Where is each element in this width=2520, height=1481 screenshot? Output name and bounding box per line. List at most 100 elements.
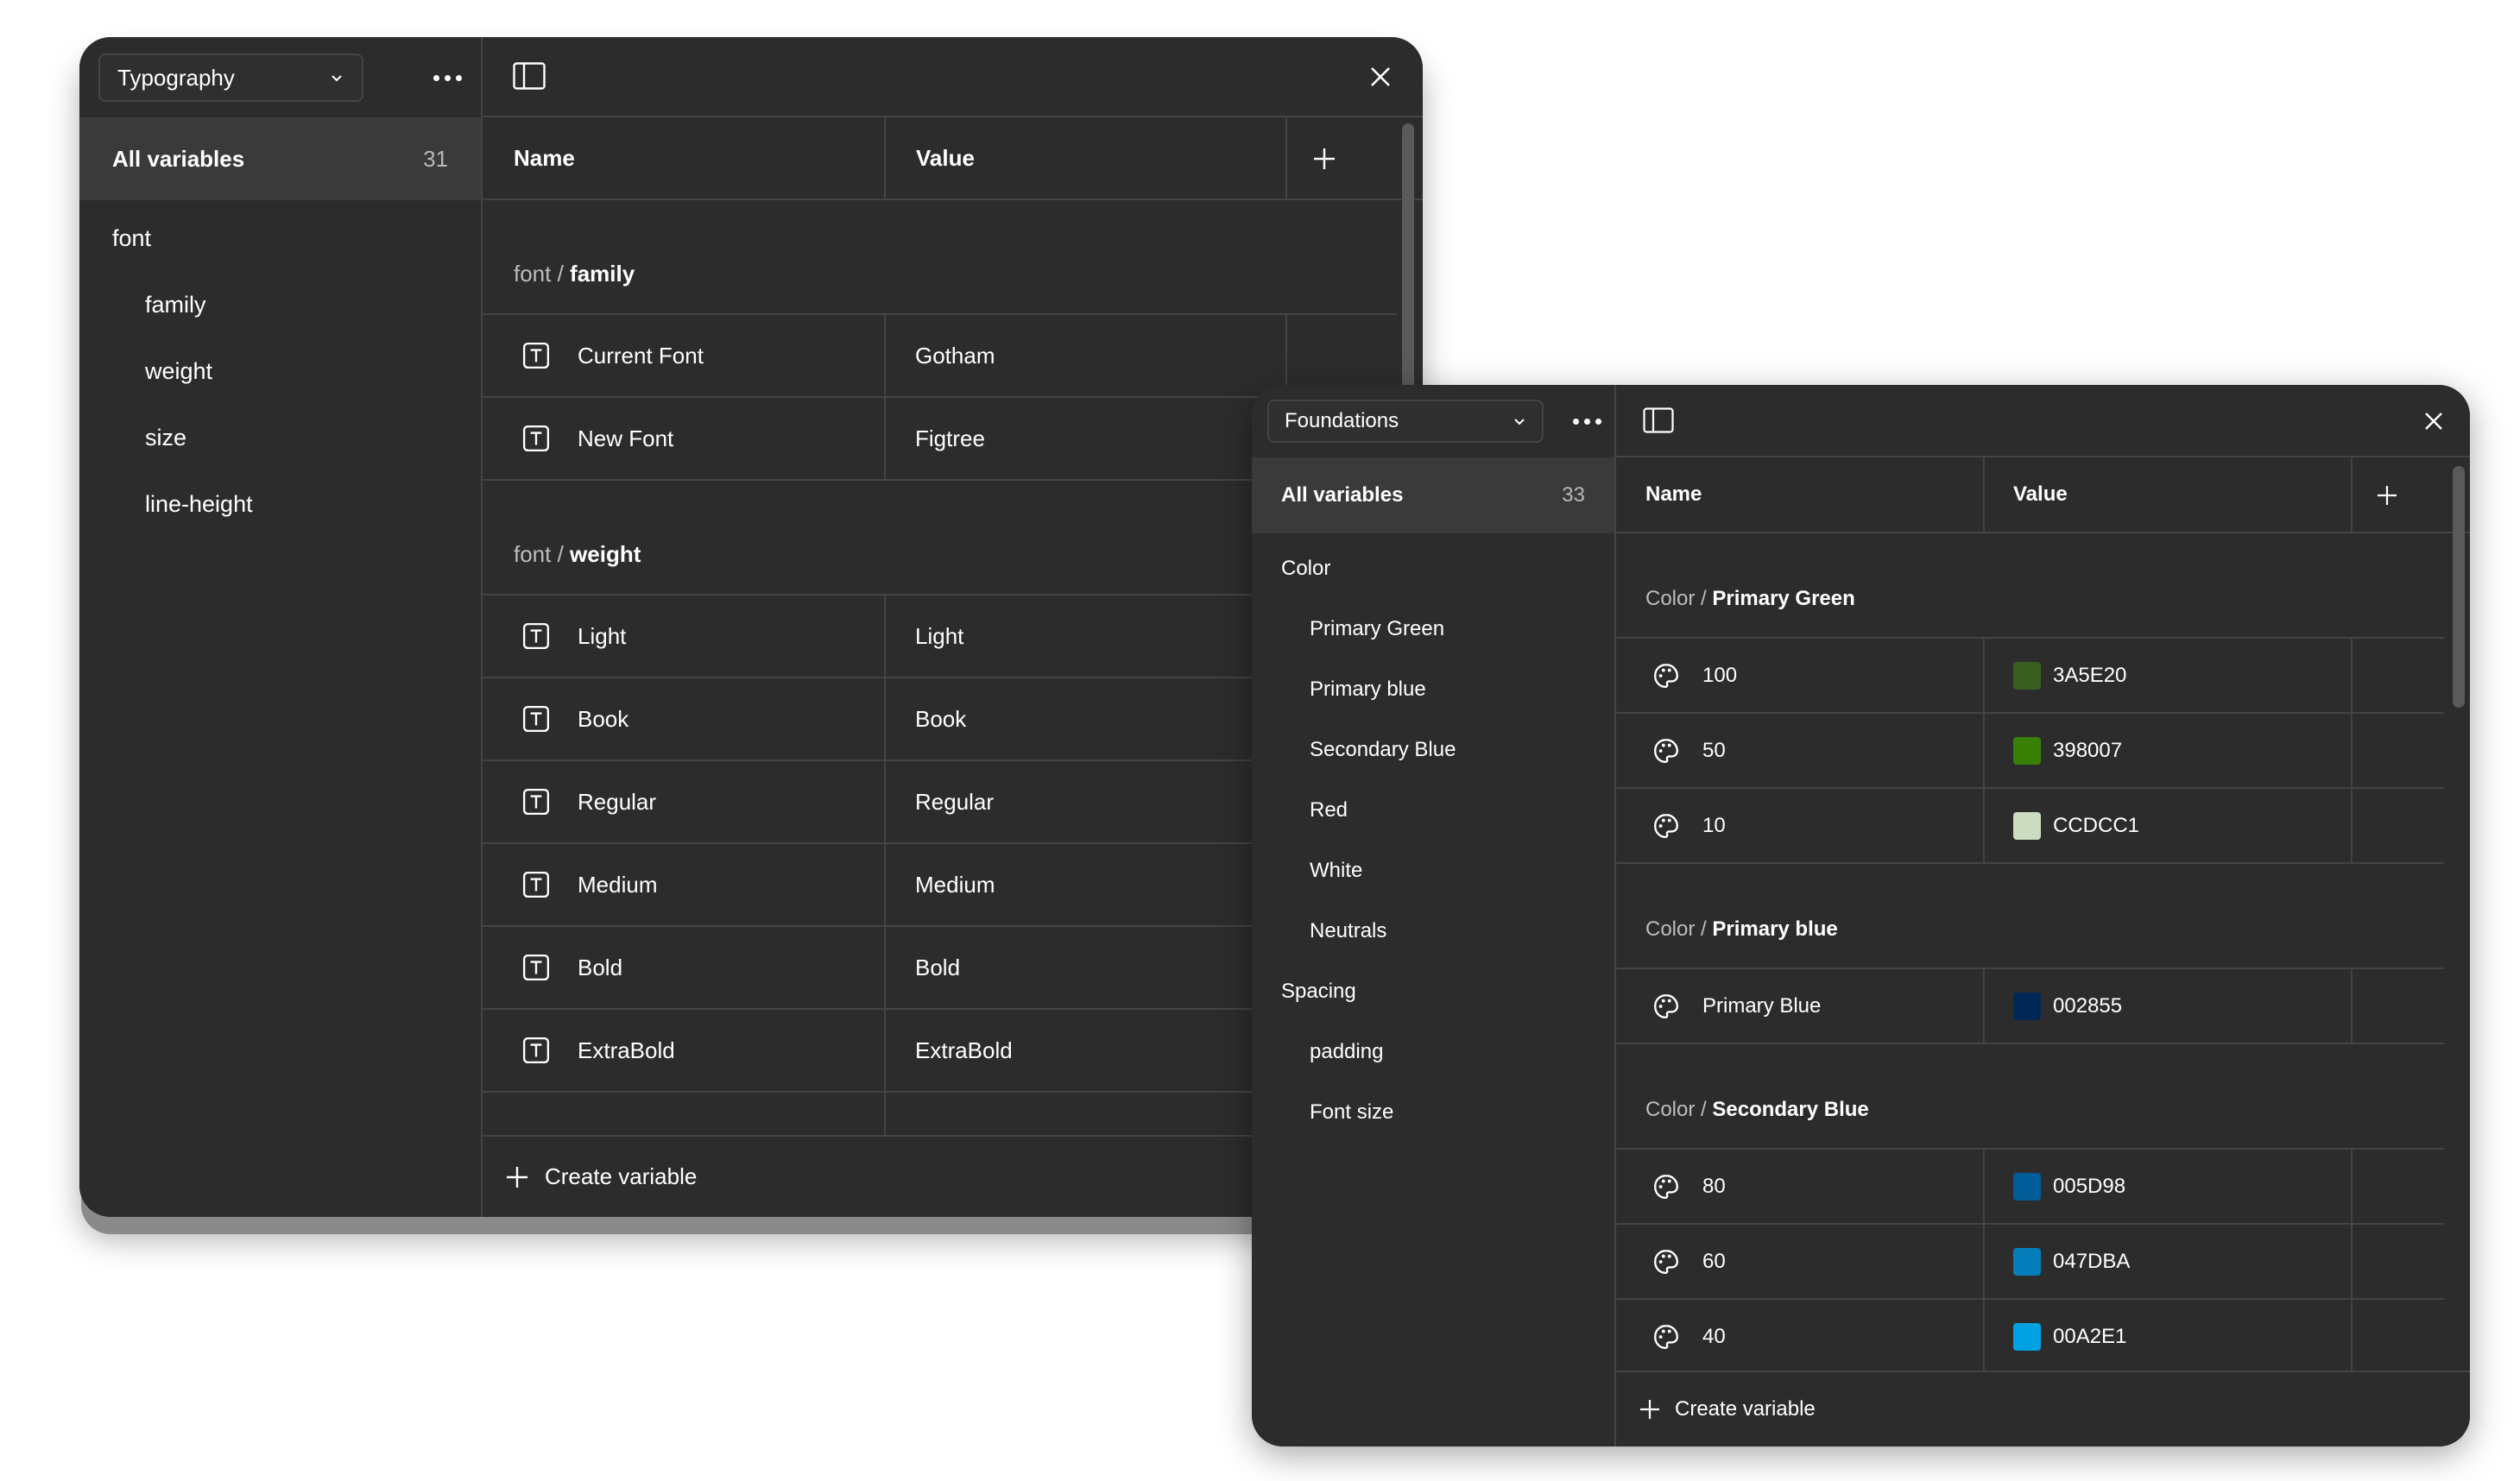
variable-value[interactable]: 047DBA bbox=[2013, 1225, 2130, 1298]
color-swatch bbox=[2013, 661, 2041, 690]
close-icon[interactable] bbox=[2418, 406, 2449, 437]
variable-name[interactable]: 60 bbox=[1702, 1225, 1726, 1298]
variable-name[interactable]: Light bbox=[578, 596, 626, 677]
sidebar-group-secondary-blue[interactable]: Secondary Blue bbox=[1310, 738, 1456, 762]
variable-name[interactable]: Regular bbox=[578, 761, 656, 842]
group-path: Color / bbox=[1645, 587, 1713, 610]
create-variable-label: Create variable bbox=[1675, 1397, 1816, 1421]
variable-value[interactable]: CCDCC1 bbox=[2013, 789, 2139, 862]
table-header: Name Value bbox=[1616, 457, 2470, 533]
all-variables-item[interactable]: All variables 31 bbox=[79, 117, 481, 200]
toolbar bbox=[483, 37, 1423, 117]
value-column-header: Value bbox=[2013, 482, 2068, 506]
all-variables-label: All variables bbox=[1281, 483, 1404, 507]
more-options-icon[interactable] bbox=[1573, 419, 1601, 425]
collection-name: Typography bbox=[117, 64, 235, 91]
variable-value-text: Figtree bbox=[915, 425, 985, 451]
sidebar-toggle-icon[interactable] bbox=[512, 60, 546, 91]
variable-value[interactable]: Gotham bbox=[915, 315, 995, 396]
variable-name[interactable]: 40 bbox=[1702, 1300, 1726, 1371]
group-header: Color / Secondary Blue bbox=[1616, 1044, 2444, 1150]
variable-value[interactable]: Regular bbox=[915, 761, 994, 842]
variable-name[interactable]: 100 bbox=[1702, 639, 1737, 712]
variable-name[interactable]: New Font bbox=[578, 398, 673, 479]
sidebar-group-padding[interactable]: padding bbox=[1310, 1040, 1383, 1064]
variable-name[interactable]: Primary Blue bbox=[1702, 969, 1821, 1043]
sidebar-group-neutrals[interactable]: Neutrals bbox=[1310, 919, 1386, 943]
variable-value[interactable]: 398007 bbox=[2013, 714, 2122, 787]
variable-value-text: Book bbox=[915, 705, 967, 732]
table-body: Color / Primary Green 100 3A5E20 50 398007 10… bbox=[1616, 533, 2444, 1371]
sidebar-group-family[interactable]: family bbox=[145, 292, 206, 318]
collections-sidebar: Typography All variables 31 font family we… bbox=[79, 37, 481, 1217]
sidebar-group-weight[interactable]: weight bbox=[145, 358, 212, 385]
variable-value-text: 398007 bbox=[2053, 738, 2123, 762]
variable-value[interactable]: Book bbox=[915, 678, 966, 759]
sidebar-group-font[interactable]: font bbox=[112, 225, 151, 252]
sidebar-group-primary-blue[interactable]: Primary blue bbox=[1310, 677, 1426, 702]
variable-name[interactable]: Book bbox=[578, 678, 628, 759]
close-icon[interactable] bbox=[1364, 60, 1397, 93]
variable-value-text: 047DBA bbox=[2053, 1249, 2131, 1273]
color-palette-icon bbox=[1652, 789, 1680, 862]
sidebar-group-color[interactable]: Color bbox=[1281, 557, 1330, 581]
variable-name[interactable]: Current Font bbox=[578, 315, 704, 396]
variable-row[interactable]: 80 005D98 bbox=[1616, 1150, 2444, 1225]
variable-name[interactable]: Bold bbox=[578, 927, 622, 1008]
variable-row[interactable]: 40 00A2E1 bbox=[1616, 1300, 2444, 1371]
color-swatch bbox=[2013, 1322, 2041, 1351]
group-path: Color / bbox=[1645, 917, 1713, 941]
variable-row[interactable]: Primary Blue 002855 bbox=[1616, 969, 2444, 1044]
group-name: Primary blue bbox=[1712, 917, 1838, 941]
sidebar-group-size[interactable]: size bbox=[145, 425, 186, 451]
variable-value[interactable]: Bold bbox=[915, 927, 960, 1008]
variable-value[interactable]: 002855 bbox=[2013, 969, 2122, 1043]
variable-name[interactable]: ExtraBold bbox=[578, 1010, 675, 1091]
add-column-icon[interactable] bbox=[2370, 478, 2404, 513]
more-options-icon[interactable] bbox=[433, 75, 462, 81]
create-variable-button[interactable]: Create variable bbox=[1616, 1371, 2470, 1446]
variable-value[interactable]: 3A5E20 bbox=[2013, 639, 2126, 712]
variable-value-text: Medium bbox=[915, 871, 995, 898]
group-name: Secondary Blue bbox=[1712, 1098, 1869, 1121]
color-palette-icon bbox=[1652, 714, 1680, 787]
variable-value-text: Bold bbox=[915, 954, 961, 980]
sidebar-group-primary-green[interactable]: Primary Green bbox=[1310, 617, 1444, 641]
scrollbar[interactable] bbox=[1402, 123, 1414, 425]
variable-row[interactable]: 10 CCDCC1 bbox=[1616, 789, 2444, 864]
variable-name[interactable]: 50 bbox=[1702, 714, 1726, 787]
sidebar-toggle-icon[interactable] bbox=[1642, 406, 1675, 435]
sidebar-group-line-height[interactable]: line-height bbox=[145, 491, 253, 518]
collection-dropdown[interactable]: Typography bbox=[98, 54, 363, 102]
variable-row[interactable]: 50 398007 bbox=[1616, 714, 2444, 789]
text-type-icon bbox=[522, 315, 550, 396]
text-type-icon bbox=[522, 596, 550, 677]
value-column-header: Value bbox=[916, 144, 975, 171]
scrollbar[interactable] bbox=[2453, 466, 2465, 708]
color-swatch bbox=[2013, 1247, 2041, 1276]
all-variables-item[interactable]: All variables 33 bbox=[1252, 457, 1614, 533]
variable-value[interactable]: 00A2E1 bbox=[2013, 1300, 2126, 1371]
sidebar-group-red[interactable]: Red bbox=[1310, 798, 1348, 822]
name-column-header: Name bbox=[1645, 482, 1702, 506]
variable-name[interactable]: Medium bbox=[578, 844, 657, 925]
variable-value[interactable]: ExtraBold bbox=[915, 1010, 1013, 1091]
variable-value[interactable]: 005D98 bbox=[2013, 1150, 2125, 1223]
sidebar-group-font-size[interactable]: Font size bbox=[1310, 1100, 1393, 1125]
collection-dropdown[interactable]: Foundations bbox=[1267, 400, 1544, 443]
variable-name[interactable]: 10 bbox=[1702, 789, 1726, 862]
group-path: Color / bbox=[1645, 1098, 1713, 1121]
variable-value-text: Gotham bbox=[915, 342, 995, 369]
variable-value[interactable]: Light bbox=[915, 596, 963, 677]
variable-name[interactable]: 80 bbox=[1702, 1150, 1726, 1223]
variable-row[interactable]: 60 047DBA bbox=[1616, 1225, 2444, 1300]
variable-row[interactable]: 100 3A5E20 bbox=[1616, 639, 2444, 714]
variable-value-text: CCDCC1 bbox=[2053, 813, 2140, 837]
variable-value[interactable]: Medium bbox=[915, 844, 995, 925]
sidebar-group-white[interactable]: White bbox=[1310, 859, 1362, 883]
variable-value-text: Regular bbox=[915, 788, 995, 815]
sidebar-group-spacing[interactable]: Spacing bbox=[1281, 980, 1356, 1004]
add-column-icon[interactable] bbox=[1307, 142, 1342, 176]
group-path: font / bbox=[514, 261, 571, 287]
variable-value[interactable]: Figtree bbox=[915, 398, 985, 479]
